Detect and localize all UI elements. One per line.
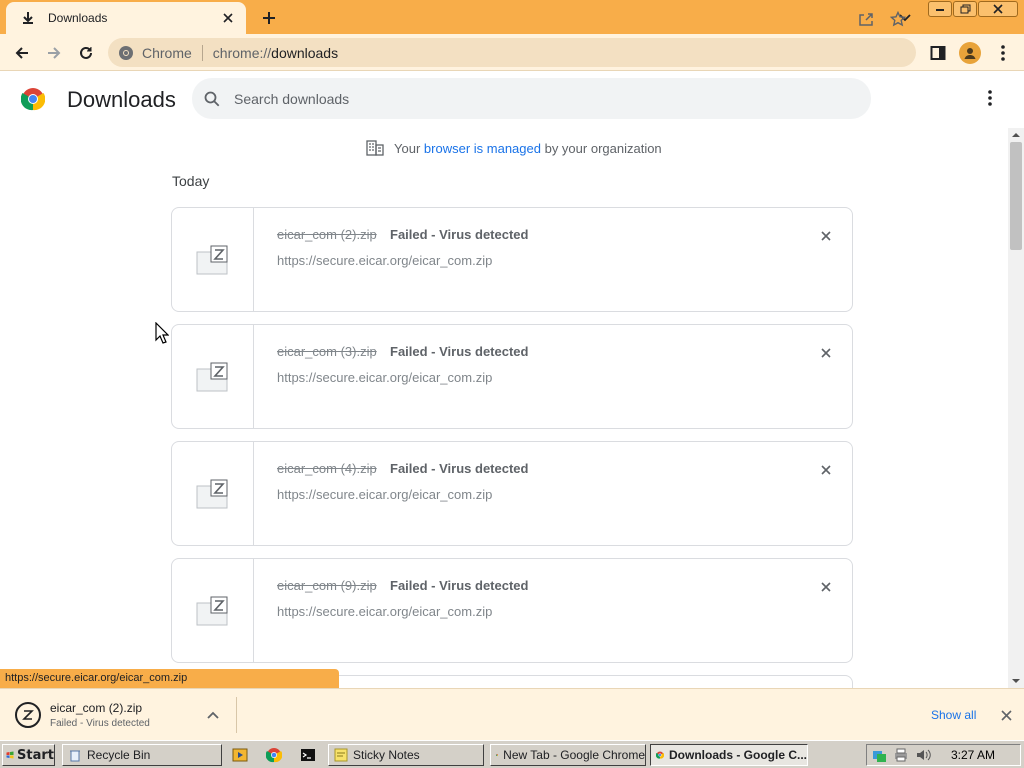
forward-button[interactable] bbox=[41, 40, 67, 66]
shelf-download-item[interactable]: eicar_com (2).zip Failed - Virus detecte… bbox=[8, 694, 236, 736]
remove-close-icon[interactable] bbox=[816, 343, 836, 363]
chevron-up-icon[interactable] bbox=[206, 708, 220, 722]
managed-notice: Your browser is managed by your organiza… bbox=[366, 140, 662, 156]
download-status: Failed - Virus detected bbox=[390, 461, 529, 476]
shelf-status: Failed - Virus detected bbox=[50, 718, 150, 729]
side-panel-icon[interactable] bbox=[928, 43, 948, 63]
download-filename[interactable]: eicar_com (4).zip bbox=[277, 461, 377, 476]
file-thumbnail bbox=[172, 208, 254, 311]
omnibox-separator bbox=[201, 44, 203, 61]
chrome-icon bbox=[119, 45, 133, 60]
download-filename[interactable]: eicar_com (3).zip bbox=[277, 344, 377, 359]
zip-file-icon bbox=[196, 362, 227, 391]
file-thumbnail bbox=[172, 559, 254, 662]
show-all-link[interactable]: Show all bbox=[931, 708, 976, 722]
shelf-close-icon[interactable] bbox=[998, 707, 1014, 723]
zip-file-icon bbox=[196, 596, 227, 625]
task-new-tab-chrome[interactable]: New Tab - Google Chrome bbox=[490, 744, 646, 766]
scroll-down-arrow-icon[interactable] bbox=[1011, 676, 1021, 686]
browser-managed-link[interactable]: browser is managed bbox=[424, 141, 541, 156]
download-filename[interactable]: eicar_com (2).zip bbox=[277, 227, 377, 242]
file-thumbnail bbox=[172, 325, 254, 428]
chrome-icon bbox=[656, 751, 664, 759]
managed-prefix: Your bbox=[394, 140, 421, 156]
download-icon bbox=[20, 10, 36, 26]
chrome-quick-launch-icon[interactable] bbox=[265, 746, 283, 764]
download-source-url[interactable]: https://secure.eicar.org/eicar_com.zip bbox=[277, 253, 492, 268]
remove-close-icon[interactable] bbox=[816, 577, 836, 597]
browser-menu-icon[interactable] bbox=[994, 43, 1012, 63]
download-status: Failed - Virus detected bbox=[390, 578, 529, 593]
network-icon[interactable] bbox=[871, 747, 887, 763]
sticky-notes-icon bbox=[334, 748, 348, 762]
download-source-url[interactable]: https://secure.eicar.org/eicar_com.zip bbox=[277, 370, 492, 385]
chrome-icon bbox=[496, 754, 499, 756]
download-status: Failed - Virus detected bbox=[390, 344, 529, 359]
site-info-chip[interactable]: Chrome bbox=[118, 45, 192, 61]
download-status: Failed - Virus detected bbox=[390, 227, 529, 242]
tab-title: Downloads bbox=[48, 11, 108, 25]
page-title: Downloads bbox=[67, 87, 176, 112]
remove-close-icon[interactable] bbox=[816, 226, 836, 246]
reload-button[interactable] bbox=[73, 40, 99, 66]
share-icon[interactable] bbox=[856, 9, 876, 29]
profile-avatar-icon[interactable] bbox=[959, 42, 981, 64]
start-label: Start bbox=[17, 747, 54, 763]
windows-logo-icon bbox=[6, 751, 14, 759]
zip-file-icon bbox=[196, 245, 227, 274]
printer-icon[interactable] bbox=[893, 747, 909, 763]
page-scrollbar[interactable] bbox=[1008, 128, 1024, 688]
zip-file-icon bbox=[15, 702, 41, 728]
chrome-logo-icon bbox=[21, 88, 45, 111]
shelf-filename: eicar_com (2).zip bbox=[50, 701, 143, 715]
system-tray: 3:27 AM bbox=[866, 744, 1021, 766]
url-text: chrome://downloads bbox=[212, 44, 339, 61]
start-button[interactable]: Start bbox=[2, 744, 55, 766]
back-button[interactable] bbox=[9, 40, 35, 66]
download-filename[interactable]: eicar_com (9).zip bbox=[277, 578, 377, 593]
windows-taskbar: Start Recycle Bin Sticky Notes New Tab -… bbox=[0, 740, 1024, 768]
window-restore-button[interactable] bbox=[953, 1, 977, 17]
file-thumbnail bbox=[172, 442, 254, 545]
browser-toolbar: Chrome chrome://downloads bbox=[0, 34, 1024, 71]
new-tab-button[interactable] bbox=[258, 7, 280, 29]
window-close-button[interactable] bbox=[978, 1, 1018, 17]
window-minimize-button[interactable] bbox=[928, 1, 952, 17]
download-item: eicar_com (9).zip Failed - Virus detecte… bbox=[171, 558, 853, 663]
managed-suffix: by your organization bbox=[544, 140, 662, 156]
recycle-bin-icon bbox=[70, 750, 80, 762]
taskbar-clock[interactable]: 3:27 AM bbox=[951, 748, 995, 762]
media-player-icon[interactable] bbox=[231, 746, 249, 764]
zip-file-icon bbox=[196, 479, 227, 508]
download-item: eicar_com (2).zip Failed - Virus detecte… bbox=[171, 207, 853, 312]
task-downloads-chrome[interactable]: Downloads - Google C... bbox=[650, 744, 808, 766]
tab-close-icon[interactable] bbox=[220, 10, 236, 26]
download-source-url[interactable]: https://secure.eicar.org/eicar_com.zip bbox=[277, 487, 492, 502]
download-shelf: eicar_com (2).zip Failed - Virus detecte… bbox=[0, 688, 1024, 740]
remove-close-icon[interactable] bbox=[816, 460, 836, 480]
mouse-pointer-icon bbox=[155, 322, 169, 344]
search-input[interactable] bbox=[234, 90, 834, 107]
download-item: eicar_com (4).zip Failed - Virus detecte… bbox=[171, 441, 853, 546]
address-bar[interactable]: Chrome chrome://downloads bbox=[108, 38, 916, 67]
scroll-up-arrow-icon[interactable] bbox=[1011, 130, 1021, 140]
search-downloads-box[interactable] bbox=[192, 78, 871, 119]
task-sticky-notes[interactable]: Sticky Notes bbox=[328, 744, 484, 766]
site-label: Chrome bbox=[142, 44, 192, 61]
shelf-divider bbox=[236, 697, 237, 733]
search-icon bbox=[204, 91, 220, 106]
bookmark-star-icon[interactable] bbox=[888, 9, 908, 29]
command-prompt-icon[interactable] bbox=[299, 746, 317, 764]
task-recycle-bin[interactable]: Recycle Bin bbox=[62, 744, 222, 766]
downloads-page: Downloads Your browser is managed by you… bbox=[0, 72, 1024, 688]
download-source-url[interactable]: https://secure.eicar.org/eicar_com.zip bbox=[277, 604, 492, 619]
link-status-bubble: https://secure.eicar.org/eicar_com.zip bbox=[0, 669, 339, 688]
page-more-actions-icon[interactable] bbox=[980, 88, 1000, 108]
scrollbar-thumb[interactable] bbox=[1010, 142, 1022, 250]
building-icon bbox=[366, 140, 384, 156]
tab-downloads[interactable]: Downloads bbox=[6, 2, 246, 34]
volume-icon[interactable] bbox=[915, 747, 931, 763]
date-section-label: Today bbox=[172, 173, 210, 189]
download-item: eicar_com (3).zip Failed - Virus detecte… bbox=[171, 324, 853, 429]
